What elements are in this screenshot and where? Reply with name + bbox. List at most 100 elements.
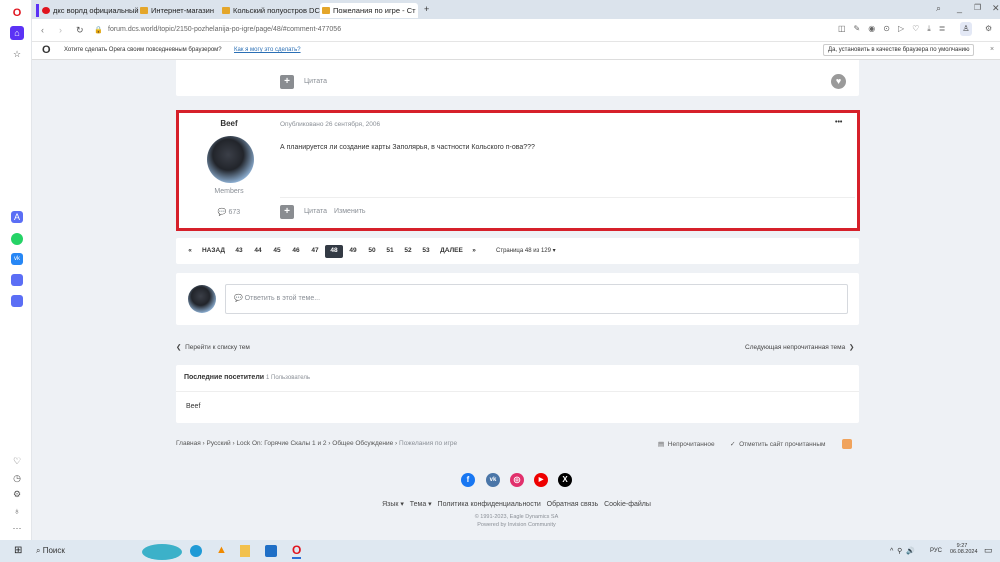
post-author[interactable]: Beef (179, 119, 279, 128)
first-page-button[interactable]: « (185, 245, 195, 257)
windows-start-icon[interactable]: ⊞ (14, 545, 22, 556)
post-body: А планируется ли создание карты Заполярь… (280, 144, 535, 151)
url-field[interactable]: forum.dcs.world/topic/2150-pozhelanija-p… (108, 26, 341, 33)
language-menu[interactable]: Язык ▾ (382, 501, 404, 508)
cookies-link[interactable]: Cookie-файлы (604, 501, 651, 508)
quote-button[interactable]: Цитата (304, 78, 327, 85)
avatar[interactable] (207, 136, 254, 183)
clock[interactable]: 9:27 06.08.2024 (950, 543, 978, 555)
heart-icon[interactable]: ♡ (10, 454, 24, 468)
member-group: Members (214, 188, 244, 195)
copyright: © 1991-2023, Eagle Dynamics SA (474, 514, 559, 520)
theme-menu[interactable]: Тема ▾ (410, 501, 432, 508)
last-page-button[interactable]: » (469, 245, 479, 257)
profile-icon[interactable]: ♙ (960, 22, 972, 36)
tray-icons[interactable]: ^ ⚲ 🔊 (890, 547, 915, 555)
explorer-icon[interactable] (240, 545, 250, 557)
page-link[interactable]: 44 (251, 245, 265, 257)
close-window-button[interactable]: ✕ (992, 3, 1000, 14)
toolbar-icons[interactable]: ◫✎◉⊙▷♡⤓≣ (838, 24, 954, 34)
contact-link[interactable]: Обратная связь (547, 501, 599, 508)
close-infobar-button[interactable]: × (990, 46, 994, 53)
page-jump[interactable]: Страница 48 из 129 ▾ (496, 245, 556, 257)
page-link[interactable]: 45 (270, 245, 284, 257)
multiquote-button[interactable]: + (280, 205, 294, 219)
language-indicator[interactable]: РУС (930, 548, 942, 554)
search-tabs-icon[interactable]: ⌕ (936, 3, 941, 14)
edit-button[interactable]: Изменить (334, 208, 366, 215)
recent-visitors: Последние посетители 1 Пользователь Beef (176, 365, 859, 423)
next-page-button[interactable]: ДАЛЕЕ (439, 245, 464, 257)
privacy-link[interactable]: Политика конфиденциальности (438, 501, 541, 508)
infobar-link[interactable]: Как я могу это сделать? (234, 47, 301, 53)
breadcrumb: Главная › Русский › Lock On: Горячие Ска… (176, 440, 458, 447)
new-tab-button[interactable]: + (424, 4, 429, 14)
restore-button[interactable]: ❐ (974, 3, 981, 12)
extensions-icon[interactable]: ⚙ (985, 24, 992, 33)
minimize-button[interactable]: _ (957, 3, 962, 13)
mail-icon[interactable] (265, 545, 277, 557)
forward-button[interactable]: › (59, 25, 62, 35)
user-avatar (188, 285, 216, 313)
footer-links: Язык ▾ Тема ▾ Политика конфиденциальност… (0, 500, 1000, 508)
powered-by[interactable]: Powered by Invision Community (0, 522, 1000, 528)
breadcrumb-item[interactable]: Lock On: Горячие Скалы 1 и 2 (236, 440, 326, 447)
rss-icon[interactable] (842, 439, 852, 449)
multiquote-button[interactable]: + (280, 75, 294, 89)
page-link[interactable]: 47 (308, 245, 322, 257)
notifications-icon[interactable]: ▭ (984, 545, 993, 556)
tab[interactable]: Кольский полуостров DC (220, 3, 320, 18)
page-link[interactable]: 49 (346, 245, 360, 257)
breadcrumb-item[interactable]: Главная (176, 440, 201, 447)
star-icon[interactable]: ☆ (10, 47, 24, 61)
aria-icon[interactable]: A (11, 211, 23, 223)
facebook-icon[interactable]: f (461, 473, 475, 487)
tab-active[interactable]: Пожелания по игре - Ст (320, 3, 418, 18)
page-link[interactable]: 46 (289, 245, 303, 257)
page-link[interactable]: 52 (401, 245, 415, 257)
opera-logo-icon[interactable]: O (10, 6, 24, 20)
history-icon[interactable]: ◷ (10, 471, 24, 485)
page-link[interactable]: 50 (365, 245, 379, 257)
set-default-button[interactable]: Да, установить в качестве браузера по ум… (823, 44, 975, 56)
post-menu-button[interactable]: ••• (835, 119, 842, 126)
instagram-icon[interactable]: ◎ (510, 473, 524, 487)
mark-read-link[interactable]: ✓ Отметить сайт прочитанным (730, 440, 825, 448)
breadcrumb-item[interactable]: Общее Обсуждение (332, 440, 393, 447)
default-browser-infobar: O Хотите сделать Opera своим повседневны… (32, 42, 1000, 60)
vk-icon[interactable]: vk (486, 473, 500, 487)
widget-icon[interactable] (142, 544, 182, 560)
next-unread-link[interactable]: Следующая непрочитанная тема ❯ (745, 343, 854, 351)
vk-icon[interactable]: vk (11, 253, 23, 265)
settings-icon[interactable]: ⚙ (10, 487, 24, 501)
breadcrumb-current: Пожелания по игре (399, 440, 458, 447)
visitor-link[interactable]: Beef (186, 403, 200, 410)
unread-link[interactable]: ▤ Непрочитанное (658, 440, 715, 448)
app-icon[interactable] (11, 274, 23, 286)
app2-icon[interactable] (11, 295, 23, 307)
page-link[interactable]: 53 (419, 245, 433, 257)
tab[interactable]: дкс ворлд официальный (40, 3, 139, 18)
opera-taskbar-icon[interactable]: O (292, 543, 302, 559)
whatsapp-icon[interactable] (11, 233, 23, 245)
taskbar-search[interactable]: ⌕ Поиск (36, 546, 65, 556)
comment-icon: 💬 (217, 209, 229, 216)
reply-input[interactable]: 💬 Ответить в этой теме... (225, 284, 848, 314)
back-to-topics-link[interactable]: ❮ Перейти к списку тем (176, 343, 250, 351)
page-link[interactable]: 43 (232, 245, 246, 257)
breadcrumb-item[interactable]: Русский (207, 440, 231, 447)
prev-page-button[interactable]: НАЗАД (201, 245, 226, 257)
page-link-current[interactable]: 48 (325, 245, 343, 258)
x-icon[interactable]: X (558, 473, 572, 487)
edge-icon[interactable] (190, 545, 202, 557)
youtube-icon[interactable]: ▶ (534, 473, 548, 487)
reload-button[interactable]: ↻ (76, 25, 84, 36)
quote-button[interactable]: Цитата (304, 208, 327, 215)
like-heart-icon[interactable]: ♥ (831, 74, 846, 89)
tab[interactable]: Интернет-магазин (138, 3, 218, 18)
back-button[interactable]: ‹ (41, 25, 44, 35)
page-link[interactable]: 51 (383, 245, 397, 257)
vlc-icon[interactable]: ▲ (216, 544, 227, 556)
post-date[interactable]: Опубликовано 26 сентября, 2006 (280, 121, 380, 128)
home-icon[interactable]: ⌂ (10, 26, 24, 40)
